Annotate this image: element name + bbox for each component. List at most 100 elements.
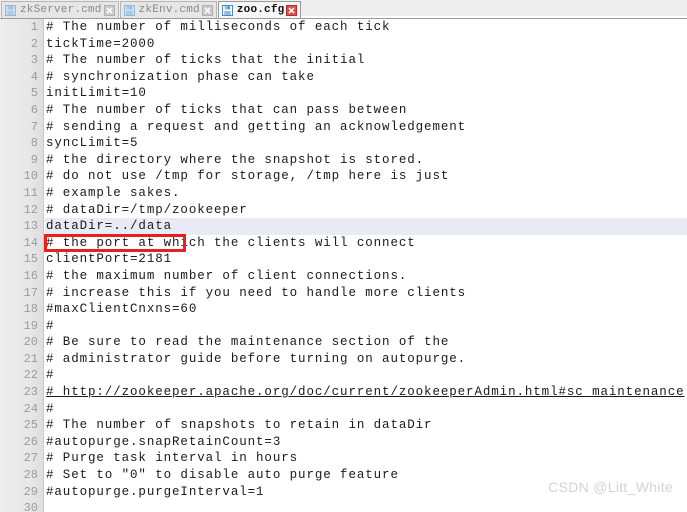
tab-zkenv-cmd[interactable]: zkEnv.cmd [119, 1, 217, 18]
code-line[interactable]: 5 initLimit=10 [0, 85, 687, 102]
code-line[interactable]: 6 # The number of ticks that can pass bet… [0, 102, 687, 119]
code-line-text: # Set to "0" to disable auto purge featu… [46, 468, 399, 483]
code-line[interactable]: 19 # [0, 318, 687, 335]
code-line-text: # [46, 401, 55, 416]
code-line[interactable]: 27 # Purge task interval in hours [0, 450, 687, 467]
code-line-text: # do not use /tmp for storage, /tmp here… [46, 169, 450, 184]
line-number: 25 [23, 418, 38, 433]
code-line-text: initLimit=10 [46, 86, 147, 101]
code-line-text: # The number of milliseconds of each tic… [46, 20, 391, 34]
code-line-text: # sending a request and getting an ackno… [46, 119, 467, 134]
line-number: 4 [30, 69, 38, 84]
code-line[interactable]: 14 # the port at which the clients will c… [0, 235, 687, 252]
line-number: 19 [23, 318, 38, 333]
line-number: 27 [23, 451, 38, 466]
line-number: 28 [23, 468, 38, 483]
line-number: 23 [23, 385, 38, 400]
code-area[interactable]: 1 # The number of milliseconds of each ti… [0, 19, 687, 512]
code-line[interactable]: 9 # the directory where the snapshot is s… [0, 152, 687, 169]
tab-label: zoo.cfg [236, 3, 285, 16]
code-line[interactable]: 12 # dataDir=/tmp/zookeeper [0, 202, 687, 219]
code-line-text: # The number of ticks that the initial [46, 53, 366, 68]
code-line-text: dataDir=../data [46, 219, 173, 234]
code-line-text: clientPort=2181 [46, 252, 173, 267]
code-line-link[interactable]: # http://zookeeper.apache.org/doc/curren… [46, 384, 685, 401]
code-line[interactable]: 23 # http://zookeeper.apache.org/doc/curr… [0, 384, 687, 401]
code-line-text: #autopurge.purgeInterval=1 [46, 484, 265, 499]
line-number: 20 [23, 335, 38, 350]
code-line-text: # synchronization phase can take [46, 69, 315, 84]
code-line-text: syncLimit=5 [46, 136, 139, 151]
code-line-text: # administrator guide before turning on … [46, 351, 467, 366]
code-line[interactable]: 24 # [0, 401, 687, 418]
line-number: 14 [23, 235, 38, 250]
close-icon[interactable] [201, 4, 213, 16]
code-line[interactable]: 16 # the maximum number of client connect… [0, 268, 687, 285]
save-floppy-icon [5, 4, 16, 16]
code-line-text: # increase this if you need to handle mo… [46, 285, 467, 300]
editor-pane[interactable]: 1 # The number of milliseconds of each ti… [0, 19, 687, 512]
tab-label: zkEnv.cmd [138, 3, 200, 16]
save-floppy-icon [221, 4, 233, 16]
tab-zkserver-cmd[interactable]: zkServer.cmd [1, 1, 119, 18]
tab-bar: zkServer.cmd zkEnv.cmd zoo.cfg [0, 0, 687, 19]
line-number: 1 [30, 20, 38, 34]
close-icon[interactable] [103, 4, 115, 16]
code-line-text: tickTime=2000 [46, 36, 156, 51]
line-number: 16 [23, 268, 38, 283]
line-number: 22 [23, 368, 38, 383]
code-line-text: # dataDir=/tmp/zookeeper [46, 202, 248, 217]
save-floppy-icon [123, 4, 135, 16]
code-line-text: # the directory where the snapshot is st… [46, 152, 425, 167]
code-line[interactable]: 22 # [0, 367, 687, 384]
line-number: 7 [30, 119, 38, 134]
close-icon[interactable] [286, 4, 298, 16]
code-line[interactable]: 25 # The number of snapshots to retain in… [0, 417, 687, 434]
line-number: 29 [23, 484, 38, 499]
line-number: 9 [30, 152, 38, 167]
code-line-text: # the port at which the clients will con… [46, 235, 416, 250]
line-number: 17 [23, 285, 38, 300]
code-line-text: # The number of snapshots to retain in d… [46, 418, 433, 433]
code-line-text: #autopurge.snapRetainCount=3 [46, 434, 282, 449]
code-line[interactable]: 17 # increase this if you need to handle … [0, 285, 687, 302]
code-line-text: # Be sure to read the maintenance sectio… [46, 335, 450, 350]
code-line-text: # the maximum number of client connectio… [46, 268, 408, 283]
code-line[interactable]: 8 syncLimit=5 [0, 135, 687, 152]
code-line[interactable]: 18 #maxClientCnxns=60 [0, 301, 687, 318]
code-line-text: # [46, 368, 55, 383]
line-number: 15 [23, 252, 38, 267]
code-line-text: # Purge task interval in hours [46, 451, 299, 466]
code-line[interactable]: 26 #autopurge.snapRetainCount=3 [0, 434, 687, 451]
code-line[interactable]: 1 # The number of milliseconds of each ti… [0, 19, 687, 36]
line-number: 26 [23, 434, 38, 449]
code-line-text: # [46, 318, 55, 333]
watermark: CSDN @Litt_White [548, 479, 673, 495]
line-number: 5 [30, 86, 38, 101]
line-number: 30 [23, 501, 38, 512]
line-number: 21 [23, 351, 38, 366]
code-line[interactable]: 13 dataDir=../data [0, 218, 687, 235]
line-number: 6 [30, 102, 38, 117]
code-line[interactable]: 7 # sending a request and getting an ackn… [0, 119, 687, 136]
code-line[interactable]: 20 # Be sure to read the maintenance sect… [0, 334, 687, 351]
line-number: 11 [23, 185, 38, 200]
code-line[interactable]: 4 # synchronization phase can take [0, 69, 687, 86]
code-line[interactable]: 3 # The number of ticks that the initial [0, 52, 687, 69]
line-number: 3 [30, 53, 38, 68]
code-line-text: #maxClientCnxns=60 [46, 302, 198, 317]
code-line[interactable]: 10 # do not use /tmp for storage, /tmp he… [0, 168, 687, 185]
code-line[interactable]: 21 # administrator guide before turning o… [0, 351, 687, 368]
code-line[interactable]: 30 [0, 500, 687, 512]
line-number: 18 [23, 302, 38, 317]
line-number: 24 [23, 401, 38, 416]
editor-window: zkServer.cmd zkEnv.cmd zoo.cfg 1 # The numb… [0, 0, 687, 512]
tab-zoo-cfg[interactable]: zoo.cfg [217, 1, 302, 18]
tab-label: zkServer.cmd [20, 3, 102, 16]
line-number: 8 [30, 136, 38, 151]
code-line[interactable]: 2 tickTime=2000 [0, 36, 687, 53]
code-line[interactable]: 15 clientPort=2181 [0, 251, 687, 268]
line-number: 12 [23, 202, 38, 217]
line-number: 13 [23, 219, 38, 234]
code-line[interactable]: 11 # example sakes. [0, 185, 687, 202]
